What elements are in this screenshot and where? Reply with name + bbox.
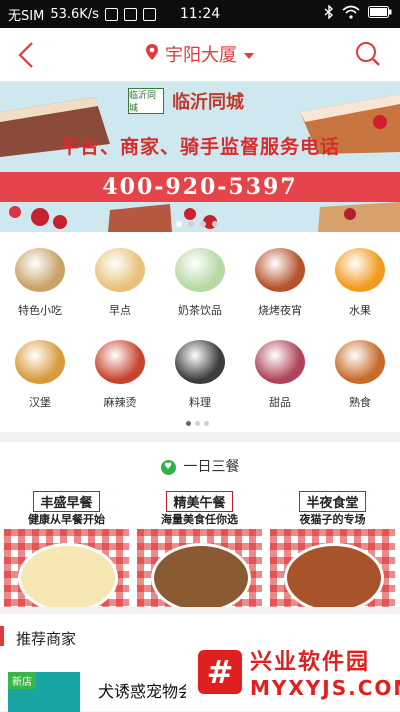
brand-logo: 临沂同城 bbox=[128, 88, 164, 114]
category-label: 甜品 bbox=[269, 396, 291, 409]
status-bar: 无SIM 53.6K/s 11:24 bbox=[0, 0, 400, 28]
section-title: 推荐商家 bbox=[16, 630, 77, 648]
food-plate bbox=[151, 543, 251, 607]
banner-pagination bbox=[176, 221, 218, 227]
sushi-icon bbox=[175, 340, 225, 384]
watermark-url: MYXYJS.COM bbox=[250, 676, 400, 700]
breakfast-icon bbox=[95, 248, 145, 292]
pagination-dot bbox=[204, 421, 209, 426]
caret-down-icon bbox=[243, 44, 255, 65]
category-item[interactable]: 料理 bbox=[160, 340, 240, 410]
category-label: 特色小吃 bbox=[18, 304, 62, 317]
new-shop-badge: 新店 bbox=[8, 672, 36, 689]
top-nav-bar: 宇阳大厦 bbox=[0, 28, 400, 82]
pagination-dot bbox=[212, 221, 218, 227]
category-label: 早点 bbox=[109, 304, 131, 317]
category-label: 熟食 bbox=[349, 396, 371, 409]
meal-title: 精美午餐 bbox=[166, 491, 233, 512]
meal-card-lunch[interactable]: 精美午餐 海量美食任你选 bbox=[133, 487, 266, 607]
milk-tea-icon bbox=[175, 248, 225, 292]
spicy-hotpot-icon bbox=[95, 340, 145, 384]
category-item[interactable]: 特色小吃 bbox=[0, 248, 80, 318]
category-label: 汉堡 bbox=[29, 396, 51, 409]
promo-banner[interactable]: 临沂同城 临沂同城 平台、商家、骑手监督服务电话 400-920-5397 bbox=[0, 82, 400, 232]
pagination-dot bbox=[200, 221, 206, 227]
food-plate bbox=[18, 543, 118, 607]
watermark: # 兴业软件园 MYXYJS.COM bbox=[186, 636, 400, 711]
service-phone: 400-920-5397 bbox=[0, 172, 400, 202]
category-item[interactable]: 甜品 bbox=[240, 340, 320, 410]
burger-icon bbox=[15, 340, 65, 384]
category-item[interactable]: 水果 bbox=[320, 248, 400, 318]
meal-title: 丰盛早餐 bbox=[33, 491, 100, 512]
three-meals-section: ♥ 一日三餐 丰盛早餐 健康从早餐开始 精美午餐 海量美食任你选 半夜食堂 夜猫子… bbox=[0, 442, 400, 607]
meal-subtitle: 海量美食任你选 bbox=[161, 513, 238, 526]
category-label: 麻辣烫 bbox=[103, 396, 137, 409]
meal-subtitle: 健康从早餐开始 bbox=[28, 513, 105, 526]
meal-subtitle: 夜猫子的专场 bbox=[299, 513, 366, 526]
category-label: 奶茶饮品 bbox=[178, 304, 222, 317]
category-label: 料理 bbox=[189, 396, 211, 409]
banner-brand: 临沂同城 临沂同城 bbox=[128, 88, 244, 114]
banner-slogan: 平台、商家、骑手监督服务电话 bbox=[59, 136, 340, 158]
meal-card-late-night[interactable]: 半夜食堂 夜猫子的专场 bbox=[266, 487, 399, 607]
pagination-dot bbox=[186, 421, 191, 426]
category-label: 烧烤夜宵 bbox=[258, 304, 302, 317]
location-pin-icon bbox=[145, 43, 165, 66]
food-plate bbox=[284, 543, 384, 607]
section-title-text: 一日三餐 bbox=[183, 459, 240, 475]
fruit-icon bbox=[335, 248, 385, 292]
pagination-dot bbox=[195, 421, 200, 426]
location-name: 宇阳大厦 bbox=[165, 45, 237, 66]
cooked-meat-icon bbox=[335, 340, 385, 384]
category-item[interactable]: 早点 bbox=[80, 248, 160, 318]
category-item[interactable]: 汉堡 bbox=[0, 340, 80, 410]
watermark-title: 兴业软件园 bbox=[250, 650, 371, 675]
section-title: ♥ 一日三餐 bbox=[0, 456, 400, 476]
category-item[interactable]: 烧烤夜宵 bbox=[240, 248, 320, 318]
section-accent-bar bbox=[0, 626, 4, 646]
category-item[interactable]: 熟食 bbox=[320, 340, 400, 410]
category-pagination bbox=[186, 421, 209, 426]
clock: 11:24 bbox=[179, 6, 221, 22]
search-icon[interactable] bbox=[354, 40, 382, 68]
pagination-dot bbox=[176, 221, 182, 227]
watermark-logo: # bbox=[198, 650, 242, 694]
category-label: 水果 bbox=[349, 304, 371, 317]
category-grid: 特色小吃 早点 奶茶饮品 烧烤夜宵 水果 汉堡 麻辣烫 料理 甜品 熟食 bbox=[0, 232, 400, 432]
meal-card-breakfast[interactable]: 丰盛早餐 健康从早餐开始 bbox=[0, 487, 133, 607]
cupcake-icon bbox=[255, 340, 305, 384]
bbq-icon bbox=[255, 248, 305, 292]
category-item[interactable]: 麻辣烫 bbox=[80, 340, 160, 410]
brand-name: 临沂同城 bbox=[172, 92, 244, 113]
heart-icon: ♥ bbox=[160, 459, 176, 475]
category-item[interactable]: 奶茶饮品 bbox=[160, 248, 240, 318]
location-selector[interactable]: 宇阳大厦 bbox=[0, 41, 400, 67]
pagination-dot bbox=[188, 221, 194, 227]
meal-title: 半夜食堂 bbox=[299, 491, 366, 512]
snack-icon bbox=[15, 248, 65, 292]
